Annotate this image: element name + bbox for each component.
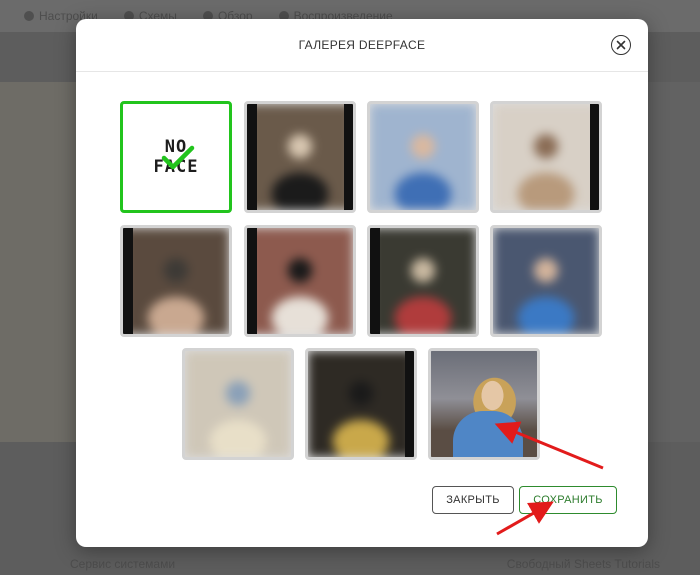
photo-thumbnail bbox=[493, 228, 599, 334]
save-button[interactable]: СОХРАНИТЬ bbox=[519, 486, 617, 514]
background-footer-left: Сервис системами bbox=[70, 556, 176, 571]
photo-thumbnail bbox=[123, 228, 229, 334]
checkmark-icon bbox=[161, 145, 195, 170]
photo-thumbnail bbox=[308, 351, 414, 457]
no-face-tile[interactable]: NO FACE bbox=[120, 101, 232, 213]
letterbox-bar bbox=[247, 228, 257, 334]
photo-tile[interactable] bbox=[244, 101, 356, 213]
photo-tile[interactable] bbox=[428, 348, 540, 460]
photo-tile[interactable] bbox=[182, 348, 294, 460]
background-footer: Сервис системами Свободный Sheets Tutori… bbox=[0, 552, 700, 575]
deepface-gallery-modal: ГАЛЕРЕЯ DEEPFACE NO FACE ЗАКРЫТЬ СОХРАНИ… bbox=[76, 19, 648, 547]
photo-tile[interactable] bbox=[490, 101, 602, 213]
letterbox-bar bbox=[370, 228, 380, 334]
close-dialog-button[interactable]: ЗАКРЫТЬ bbox=[432, 486, 514, 514]
gear-icon bbox=[24, 11, 34, 21]
photo-thumbnail bbox=[185, 351, 291, 457]
letterbox-bar bbox=[123, 228, 133, 334]
background-footer-right: Свободный Sheets Tutorials bbox=[506, 556, 660, 571]
background-preview-left bbox=[0, 82, 88, 442]
photo-tile[interactable] bbox=[120, 225, 232, 337]
photo-thumbnail bbox=[247, 104, 353, 210]
letterbox-bar bbox=[344, 104, 353, 210]
letterbox-bar bbox=[590, 104, 599, 210]
photo-thumbnail bbox=[493, 104, 599, 210]
photo-subject bbox=[453, 411, 523, 457]
background-preview-right bbox=[648, 82, 700, 442]
letterbox-bar bbox=[405, 351, 414, 457]
photo-tile[interactable] bbox=[244, 225, 356, 337]
photo-thumbnail bbox=[370, 228, 476, 334]
photo-thumbnail bbox=[247, 228, 353, 334]
face-gallery: NO FACE bbox=[76, 19, 648, 547]
photo-tile[interactable] bbox=[367, 225, 479, 337]
photo-tile[interactable] bbox=[490, 225, 602, 337]
photo-tile[interactable] bbox=[305, 348, 417, 460]
photo-tile[interactable] bbox=[367, 101, 479, 213]
photo-thumbnail bbox=[370, 104, 476, 210]
letterbox-bar bbox=[247, 104, 257, 210]
